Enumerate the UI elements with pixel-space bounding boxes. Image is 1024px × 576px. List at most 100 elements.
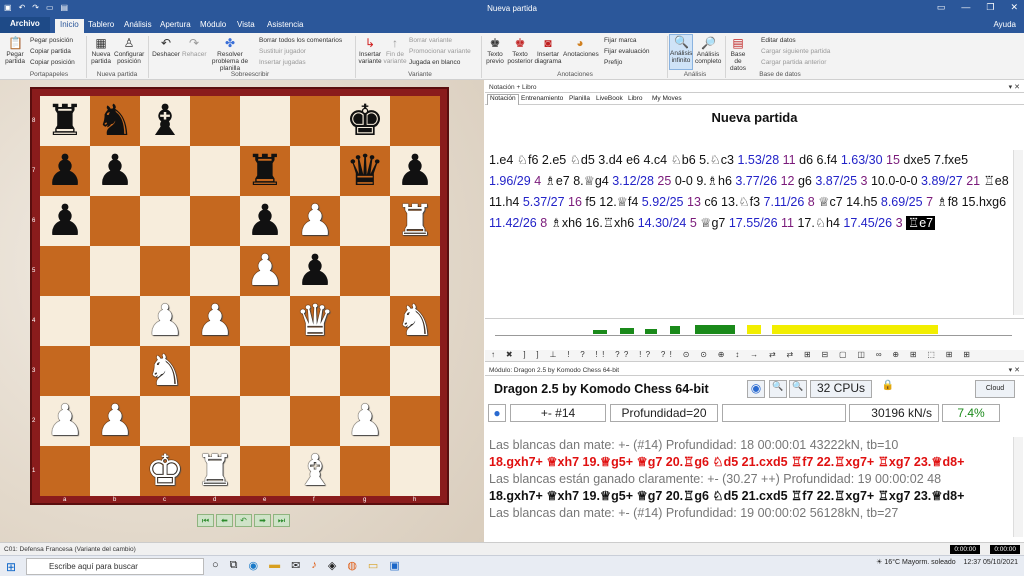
move-depth[interactable]: 15 [883, 153, 900, 167]
square-c2[interactable] [140, 396, 190, 446]
setup-position-button[interactable]: ♙ Configurar posición [114, 36, 144, 65]
engine-start-button[interactable]: ◉ [747, 380, 765, 398]
square-e2[interactable] [240, 396, 290, 446]
square-h6[interactable]: ♜ [390, 196, 440, 246]
white-piece[interactable]: ♛ [296, 299, 335, 343]
new-game-button[interactable]: ▦ Nueva partida [90, 36, 112, 65]
tab-entrenamiento[interactable]: Entrenamiento [519, 95, 565, 102]
load-next-game-button[interactable]: Cargar siguiente partida [761, 48, 830, 55]
move-depth[interactable]: 4 [531, 174, 541, 188]
evaluation-graph[interactable] [485, 318, 1024, 348]
blank-move-button[interactable]: Jugada en blanco [409, 59, 460, 66]
square-d3[interactable] [190, 346, 240, 396]
square-c7[interactable] [140, 146, 190, 196]
info-icon[interactable]: ● [488, 404, 506, 422]
tab-tablero[interactable]: Tablero [88, 20, 114, 29]
next-move-button[interactable]: ➡ [254, 514, 271, 527]
move-text[interactable]: d6 6.f4 [796, 153, 841, 167]
move-text[interactable]: g6 [794, 174, 815, 188]
prev-move-button[interactable]: ⬅ [216, 514, 233, 527]
move-text[interactable]: dxe5 7.fxe5 [900, 153, 968, 167]
move-depth[interactable]: 8 [537, 216, 547, 230]
paste-game-button[interactable]: 📋 Pegar partida [4, 36, 26, 65]
square-h5[interactable] [390, 246, 440, 296]
move-text[interactable]: 0-0 9.♗h6 [671, 174, 735, 188]
black-piece[interactable]: ♟ [46, 149, 85, 193]
square-f7[interactable] [290, 146, 340, 196]
copy-position-button[interactable]: Copiar posición [30, 59, 75, 66]
square-c1[interactable]: ♚ [140, 446, 190, 496]
move-evaluation[interactable]: 3.77/26 [735, 174, 777, 188]
move-depth[interactable]: 11 [778, 216, 794, 230]
square-f6[interactable]: ♟ [290, 196, 340, 246]
file-explorer-icon[interactable]: ▬ [269, 559, 280, 572]
move-evaluation[interactable]: 8.69/25 [881, 195, 923, 209]
set-mark-button[interactable]: Fijar marca [604, 37, 637, 44]
square-e4[interactable] [240, 296, 290, 346]
notation-scrollbar[interactable] [1013, 150, 1023, 315]
move-evaluation[interactable]: 17.45/26 [843, 216, 892, 230]
white-piece[interactable]: ♞ [146, 349, 185, 393]
folder-icon[interactable]: ▭ [368, 559, 378, 572]
square-c4[interactable]: ♟ [140, 296, 190, 346]
zoom-out-button[interactable]: 🔍 [769, 380, 787, 398]
square-a3[interactable] [40, 346, 90, 396]
white-piece[interactable]: ♚ [146, 449, 185, 493]
move-text[interactable]: ♗f8 15.hxg6 [933, 195, 1007, 209]
current-move[interactable]: ♖e7 [906, 216, 936, 230]
black-piece[interactable]: ♝ [146, 99, 185, 143]
move-depth[interactable]: 16 [565, 195, 582, 209]
square-e3[interactable] [240, 346, 290, 396]
square-a1[interactable] [40, 446, 90, 496]
move-depth[interactable]: 7 [923, 195, 933, 209]
square-g2[interactable]: ♟ [340, 396, 390, 446]
move-depth[interactable]: 13 [684, 195, 701, 209]
move-depth[interactable]: 25 [654, 174, 671, 188]
move-evaluation[interactable]: 1.96/29 [489, 174, 531, 188]
first-move-button[interactable]: ⏮ [197, 514, 214, 527]
undo-button[interactable]: ↶ Deshacer [152, 36, 180, 58]
move-text[interactable]: ♗e7 8.♕g4 [541, 174, 612, 188]
lock-icon[interactable]: 🔒 [881, 380, 895, 398]
square-h3[interactable] [390, 346, 440, 396]
move-depth[interactable]: 12 [777, 174, 795, 188]
tab-libro[interactable]: Libro [626, 95, 644, 102]
maximize-button[interactable]: ❐ [986, 2, 994, 13]
complete-analysis-button[interactable]: 🔎 Análisis completo [695, 36, 721, 65]
annotation-symbols-toolbar[interactable]: ↑ ✖ ] ] ⊥ ! ? !! ?? !? ?! ⊙ ⊙ ⊕ ↕ → ⇄ ⇄ … [485, 350, 1024, 362]
clock-time[interactable]: 12:37 [963, 559, 981, 566]
move-depth[interactable]: 21 [963, 174, 980, 188]
redo-button[interactable]: ↷ Rehacer [182, 36, 207, 58]
square-f1[interactable]: ♝ [290, 446, 340, 496]
paste-position-button[interactable]: Pegar posición [30, 37, 73, 44]
black-piece[interactable]: ♚ [346, 99, 385, 143]
square-b1[interactable] [90, 446, 140, 496]
square-g5[interactable] [340, 246, 390, 296]
help-link[interactable]: Ayuda [993, 20, 1016, 29]
white-piece[interactable]: ♜ [396, 199, 435, 243]
move-text[interactable]: c6 13.♘f3 [701, 195, 764, 209]
square-d7[interactable] [190, 146, 240, 196]
black-piece[interactable]: ♟ [296, 249, 335, 293]
move-depth[interactable]: 3 [857, 174, 868, 188]
minimize-button[interactable]: — [961, 2, 970, 13]
square-h4[interactable]: ♞ [390, 296, 440, 346]
last-move-button[interactable]: ⏭ [273, 514, 290, 527]
tab-apertura[interactable]: Apertura [160, 20, 191, 29]
tab-my-moves[interactable]: My Moves [650, 95, 684, 102]
tab-analisis[interactable]: Análisis [124, 20, 152, 29]
move-text[interactable]: 1.e4 ♘f6 2.e5 ♘d5 3.d4 e6 4.c4 ♘b6 5.♘c3 [489, 153, 737, 167]
black-piece[interactable]: ♟ [96, 149, 135, 193]
move-evaluation[interactable]: 5.37/27 [523, 195, 565, 209]
set-evaluation-button[interactable]: Fijar evaluación [604, 48, 650, 55]
post-text-button[interactable]: ♚ Texto posterior [507, 36, 533, 65]
mail-icon[interactable]: ✉ [291, 559, 300, 572]
taskbar-search[interactable]: Escribe aquí para buscar [26, 558, 204, 575]
widgets-icon[interactable]: ⧉ [230, 559, 238, 572]
white-piece[interactable]: ♝ [296, 449, 335, 493]
black-piece[interactable]: ♜ [246, 149, 285, 193]
promote-variant-button[interactable]: Promocionar variante [409, 48, 471, 55]
square-a8[interactable]: ♜ [40, 96, 90, 146]
move-text[interactable]: 17.♘h4 [794, 216, 843, 230]
prefix-button[interactable]: Prefijo [604, 59, 622, 66]
